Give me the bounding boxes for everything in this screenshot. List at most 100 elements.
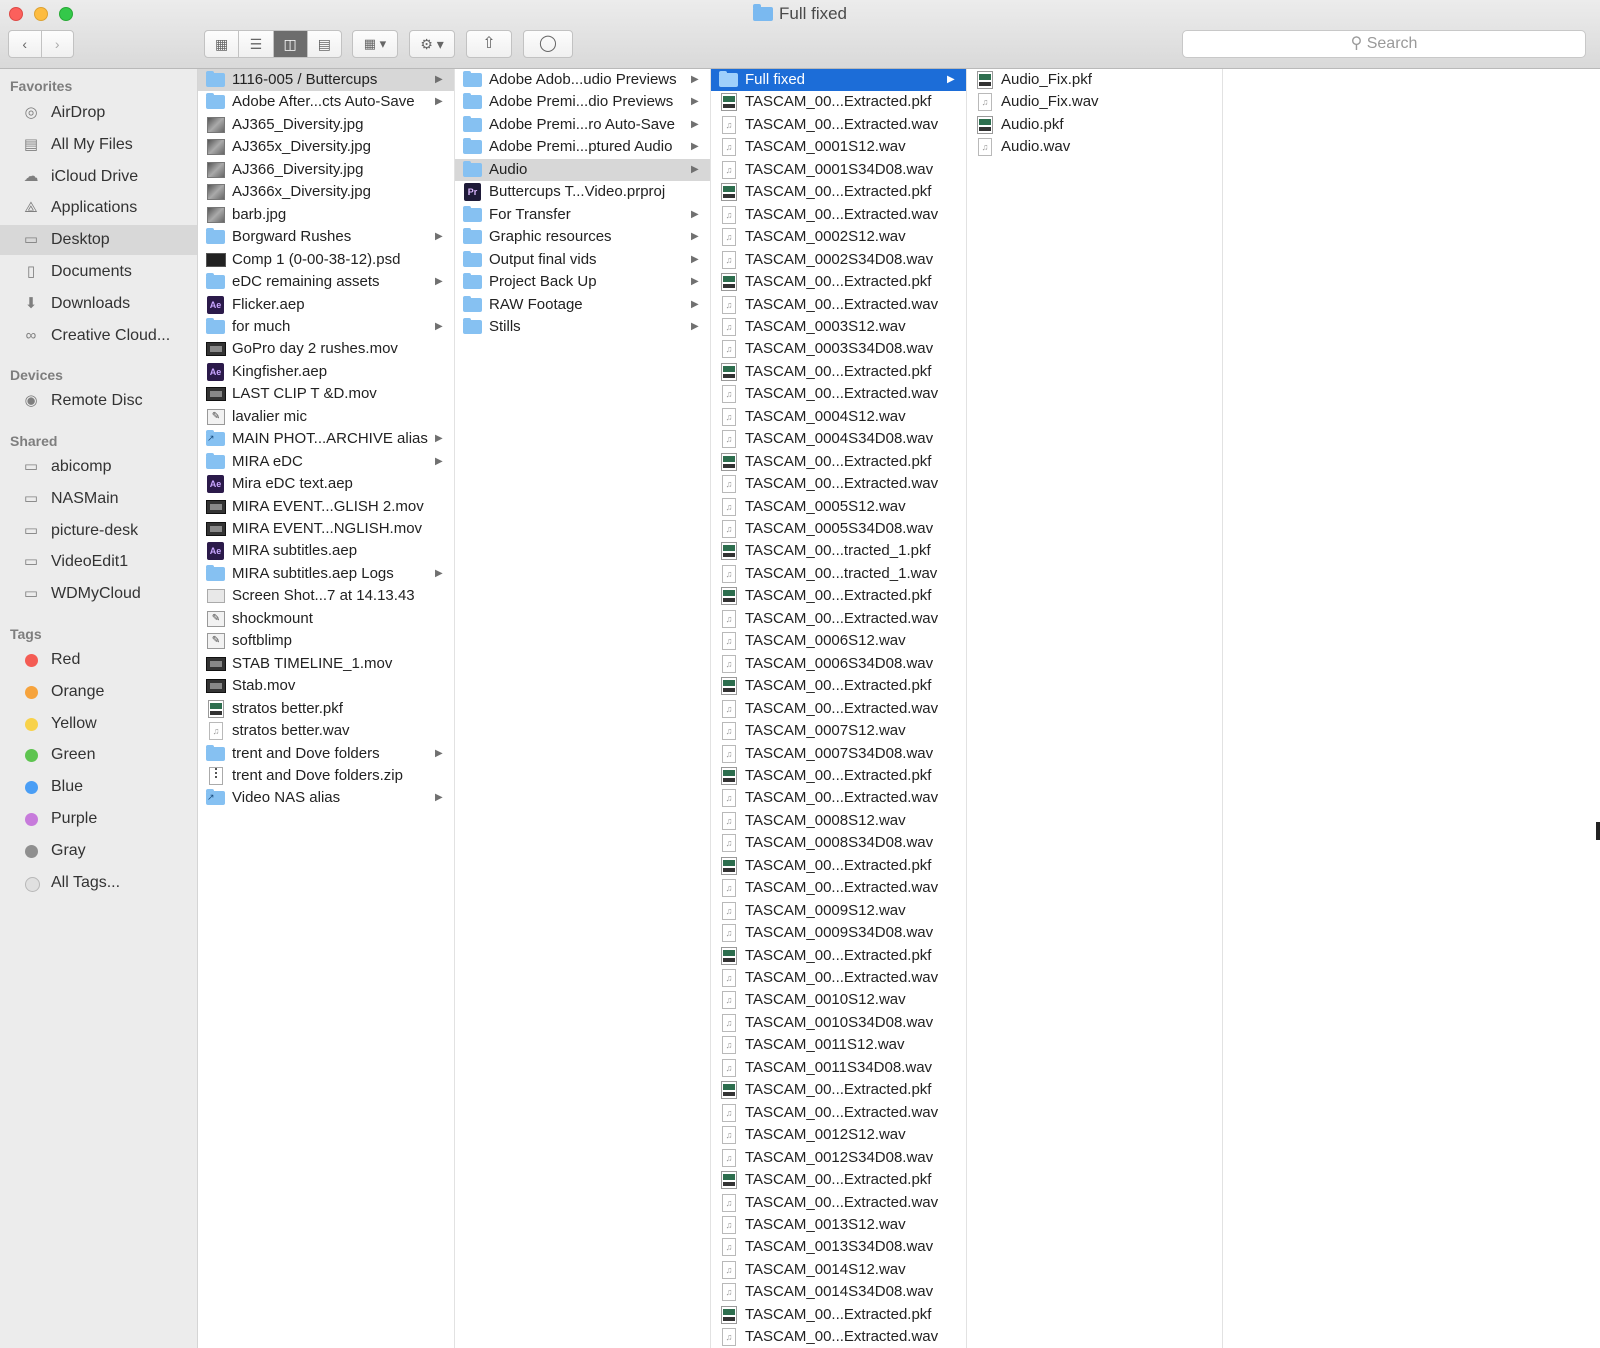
- file-row[interactable]: STAB TIMELINE_1.mov: [198, 653, 454, 675]
- file-row[interactable]: ♫ TASCAM_0011S34D08.wav: [711, 1057, 966, 1079]
- file-row[interactable]: ♫ TASCAM_00...Extracted.wav: [711, 967, 966, 989]
- sidebar-item-applications[interactable]: ⟁ Applications: [0, 193, 197, 223]
- file-row[interactable]: ♫ TASCAM_00...Extracted.wav: [711, 383, 966, 405]
- file-row[interactable]: TASCAM_00...Extracted.pkf: [711, 765, 966, 787]
- file-row[interactable]: ♫ TASCAM_0008S12.wav: [711, 810, 966, 832]
- file-row[interactable]: ♫ TASCAM_0014S34D08.wav: [711, 1281, 966, 1303]
- file-row[interactable]: ♫ TASCAM_00...Extracted.wav: [711, 608, 966, 630]
- file-row[interactable]: MIRA EVENT...NGLISH.mov: [198, 518, 454, 540]
- folder-row[interactable]: Adobe Premi...ptured Audio ▶: [455, 136, 710, 158]
- file-row[interactable]: TASCAM_00...Extracted.pkf: [711, 675, 966, 697]
- sidebar-item-green[interactable]: Green: [0, 740, 197, 770]
- file-row[interactable]: TASCAM_00...Extracted.pkf: [711, 451, 966, 473]
- sidebar-item-blue[interactable]: Blue: [0, 772, 197, 802]
- file-row[interactable]: ♫ TASCAM_00...Extracted.wav: [711, 1326, 966, 1348]
- folder-row[interactable]: 1116-005 / Buttercups ▶: [198, 69, 454, 91]
- folder-row[interactable]: Project Back Up ▶: [455, 271, 710, 293]
- file-row[interactable]: ♫ TASCAM_0012S12.wav: [711, 1124, 966, 1146]
- file-row[interactable]: ♫ stratos better.wav: [198, 720, 454, 742]
- file-row[interactable]: ♫ TASCAM_0003S12.wav: [711, 316, 966, 338]
- file-row[interactable]: ♫ TASCAM_00...Extracted.wav: [711, 1192, 966, 1214]
- file-row[interactable]: ♫ Audio.wav: [967, 136, 1222, 158]
- file-row[interactable]: ♫ TASCAM_0004S12.wav: [711, 406, 966, 428]
- file-row[interactable]: ♫ TASCAM_0004S34D08.wav: [711, 428, 966, 450]
- file-row[interactable]: ♫ Audio_Fix.wav: [967, 91, 1222, 113]
- folder-row[interactable]: for much ▶: [198, 316, 454, 338]
- file-row[interactable]: GoPro day 2 rushes.mov: [198, 338, 454, 360]
- file-row[interactable]: Pr Buttercups T...Video.prproj: [455, 181, 710, 203]
- file-row[interactable]: Audio.pkf: [967, 114, 1222, 136]
- file-row[interactable]: ♫ TASCAM_00...Extracted.wav: [711, 473, 966, 495]
- file-row[interactable]: ♫ TASCAM_00...Extracted.wav: [711, 294, 966, 316]
- file-row[interactable]: AJ366_Diversity.jpg: [198, 159, 454, 181]
- file-row[interactable]: Comp 1 (0-00-38-12).psd: [198, 249, 454, 271]
- sidebar-item-orange[interactable]: Orange: [0, 677, 197, 707]
- file-row[interactable]: ✎ softblimp: [198, 630, 454, 652]
- folder-row[interactable]: MIRA eDC ▶: [198, 451, 454, 473]
- sidebar-item-downloads[interactable]: ⬇ Downloads: [0, 289, 197, 319]
- list-view-button[interactable]: ☰: [239, 31, 274, 57]
- file-row[interactable]: ♫ TASCAM_0008S34D08.wav: [711, 832, 966, 854]
- file-row[interactable]: AJ365x_Diversity.jpg: [198, 136, 454, 158]
- sidebar-item-desktop[interactable]: ▭ Desktop: [0, 225, 197, 256]
- folder-row[interactable]: Full fixed ▶: [711, 69, 966, 91]
- folder-row[interactable]: Adobe After...cts Auto-Save ▶: [198, 91, 454, 113]
- sidebar-item-nasmain[interactable]: ▭ NASMain: [0, 484, 197, 514]
- file-row[interactable]: TASCAM_00...Extracted.pkf: [711, 1079, 966, 1101]
- file-row[interactable]: barb.jpg: [198, 204, 454, 226]
- sidebar-item-yellow[interactable]: Yellow: [0, 709, 197, 739]
- file-row[interactable]: ♫ TASCAM_0011S12.wav: [711, 1034, 966, 1056]
- file-row[interactable]: ♫ TASCAM_00...Extracted.wav: [711, 204, 966, 226]
- forward-button[interactable]: ›: [42, 31, 74, 57]
- file-row[interactable]: Ae Kingfisher.aep: [198, 361, 454, 383]
- file-row[interactable]: ♫ TASCAM_0001S34D08.wav: [711, 159, 966, 181]
- sidebar-item-picture-desk[interactable]: ▭ picture-desk: [0, 516, 197, 546]
- sidebar-item-documents[interactable]: ▯ Documents: [0, 257, 197, 287]
- file-row[interactable]: Audio_Fix.pkf: [967, 69, 1222, 91]
- file-row[interactable]: ♫ TASCAM_0005S34D08.wav: [711, 518, 966, 540]
- file-row[interactable]: ♫ TASCAM_0007S12.wav: [711, 720, 966, 742]
- folder-row[interactable]: MIRA subtitles.aep Logs ▶: [198, 563, 454, 585]
- file-row[interactable]: ♫ TASCAM_00...tracted_1.wav: [711, 563, 966, 585]
- sidebar-item-gray[interactable]: Gray: [0, 836, 197, 866]
- file-row[interactable]: Screen Shot...7 at 14.13.43: [198, 585, 454, 607]
- folder-row[interactable]: Audio ▶: [455, 158, 710, 181]
- folder-row[interactable]: eDC remaining assets ▶: [198, 271, 454, 293]
- file-row[interactable]: Ae Flicker.aep: [198, 294, 454, 316]
- folder-row[interactable]: MAIN PHOT...ARCHIVE alias ▶: [198, 428, 454, 450]
- sidebar-item-airdrop[interactable]: ◎ AirDrop: [0, 98, 197, 128]
- sidebar-item-all-my-files[interactable]: ▤ All My Files: [0, 130, 197, 160]
- file-row[interactable]: ♫ TASCAM_0005S12.wav: [711, 496, 966, 518]
- file-row[interactable]: ♫ TASCAM_00...Extracted.wav: [711, 114, 966, 136]
- file-row[interactable]: AJ365_Diversity.jpg: [198, 114, 454, 136]
- folder-row[interactable]: Output final vids ▶: [455, 249, 710, 271]
- file-row[interactable]: Ae MIRA subtitles.aep: [198, 540, 454, 562]
- file-row[interactable]: ♫ TASCAM_0013S34D08.wav: [711, 1236, 966, 1258]
- file-row[interactable]: TASCAM_00...Extracted.pkf: [711, 271, 966, 293]
- file-row[interactable]: MIRA EVENT...GLISH 2.mov: [198, 496, 454, 518]
- icon-view-button[interactable]: ▦: [205, 31, 240, 57]
- file-row[interactable]: ♫ TASCAM_0007S34D08.wav: [711, 743, 966, 765]
- folder-row[interactable]: Adobe Premi...dio Previews ▶: [455, 91, 710, 113]
- file-row[interactable]: ♫ TASCAM_0006S34D08.wav: [711, 653, 966, 675]
- file-row[interactable]: ♫ TASCAM_0014S12.wav: [711, 1259, 966, 1281]
- file-row[interactable]: TASCAM_00...tracted_1.pkf: [711, 540, 966, 562]
- folder-row[interactable]: Adobe Premi...ro Auto-Save ▶: [455, 114, 710, 136]
- folder-row[interactable]: Borgward Rushes ▶: [198, 226, 454, 248]
- file-row[interactable]: ♫ TASCAM_0010S12.wav: [711, 989, 966, 1011]
- file-row[interactable]: TASCAM_00...Extracted.pkf: [711, 1304, 966, 1326]
- file-row[interactable]: ✎ lavalier mic: [198, 406, 454, 428]
- file-row[interactable]: TASCAM_00...Extracted.pkf: [711, 361, 966, 383]
- file-row[interactable]: ♫ TASCAM_0009S34D08.wav: [711, 922, 966, 944]
- file-row[interactable]: TASCAM_00...Extracted.pkf: [711, 855, 966, 877]
- sidebar-item-creative-cloud[interactable]: ∞ Creative Cloud...: [0, 321, 197, 351]
- file-row[interactable]: ♫ TASCAM_0006S12.wav: [711, 630, 966, 652]
- file-row[interactable]: Stab.mov: [198, 675, 454, 697]
- sidebar-item-icloud-drive[interactable]: ☁ iCloud Drive: [0, 162, 197, 192]
- folder-row[interactable]: trent and Dove folders ▶: [198, 743, 454, 765]
- share-button[interactable]: ⇧: [466, 30, 512, 58]
- file-row[interactable]: ♫ TASCAM_0003S34D08.wav: [711, 338, 966, 360]
- sidebar-item-abicomp[interactable]: ▭ abicomp: [0, 452, 197, 482]
- file-row[interactable]: ♫ TASCAM_0002S34D08.wav: [711, 249, 966, 271]
- cover-flow-view-button[interactable]: ▤: [308, 31, 341, 57]
